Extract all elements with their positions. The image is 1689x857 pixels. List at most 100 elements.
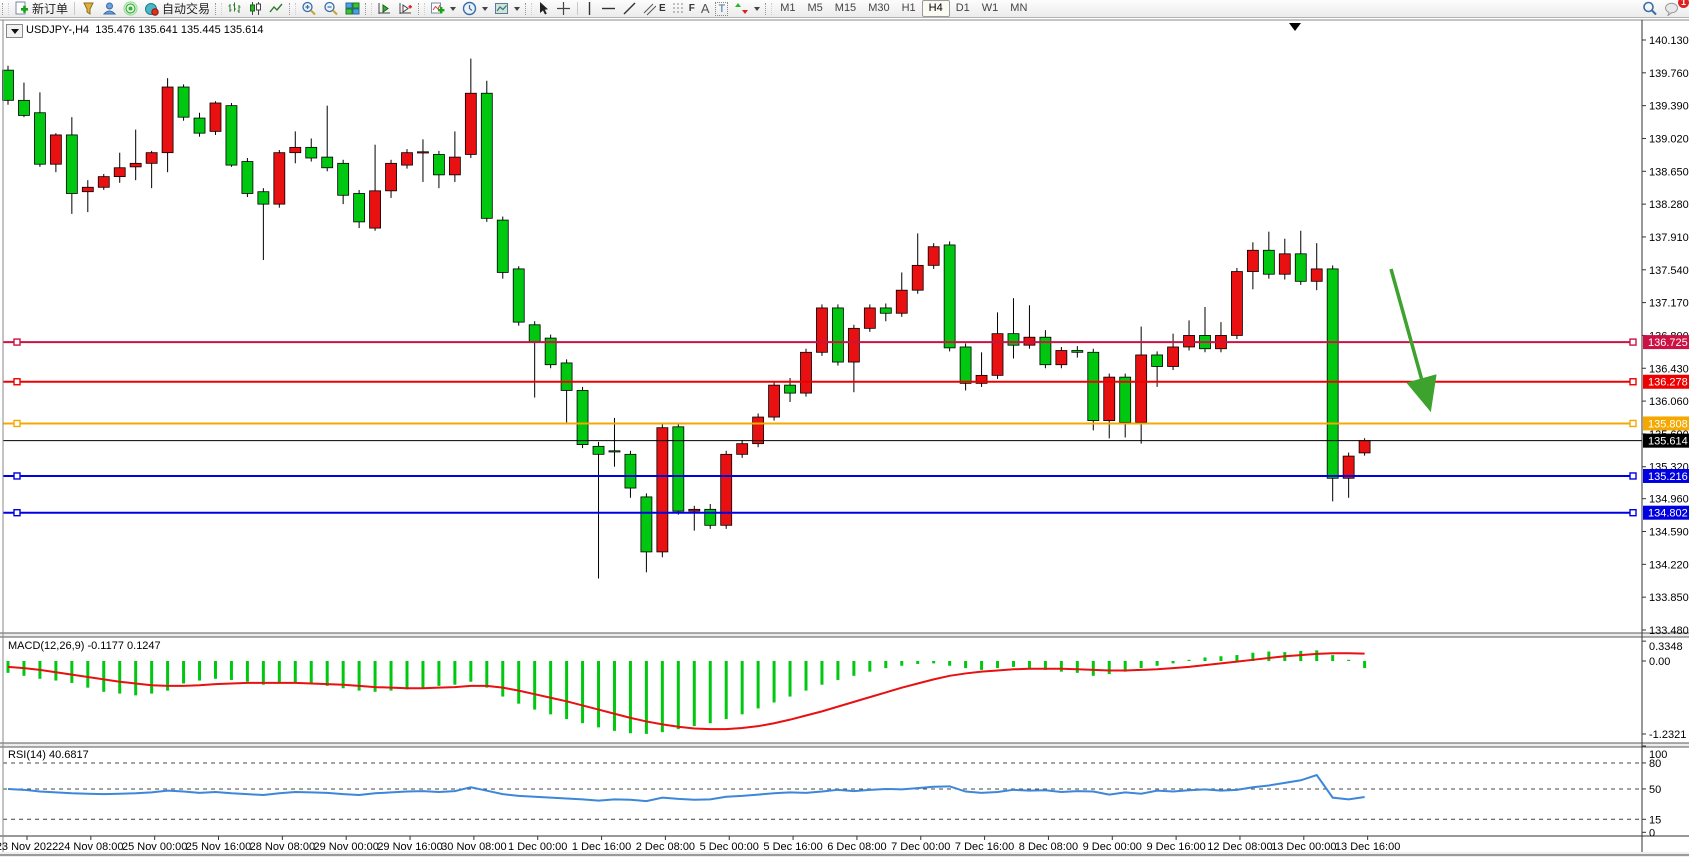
- candle-body: [98, 177, 109, 188]
- line-handle[interactable]: [1630, 420, 1636, 426]
- candle-body: [226, 106, 237, 165]
- channel-icon: [643, 1, 656, 16]
- candle-body: [785, 385, 796, 393]
- tf-mn[interactable]: MN: [1004, 1, 1033, 16]
- line-handle[interactable]: [1630, 379, 1636, 385]
- zoom-in-icon: [301, 1, 317, 16]
- chevron-down-icon: [11, 29, 19, 34]
- candle-body: [1168, 347, 1179, 367]
- line-handle[interactable]: [14, 339, 20, 345]
- line-handle[interactable]: [1630, 339, 1636, 345]
- candle-body: [641, 497, 652, 552]
- text-tool-button[interactable]: A: [698, 1, 713, 17]
- candle-body: [130, 163, 141, 167]
- funnel-button[interactable]: [78, 1, 99, 17]
- time-tick-label: 25 Nov 16:00: [186, 841, 251, 853]
- tf-m5[interactable]: M5: [802, 1, 829, 16]
- candle-body: [194, 118, 205, 133]
- time-tick-label: 23 Nov 2022: [0, 841, 58, 853]
- search-button[interactable]: [1639, 1, 1661, 17]
- chart-shift-icon: [398, 1, 413, 16]
- tf-m15[interactable]: M15: [829, 1, 862, 16]
- time-tick-label: 8 Dec 08:00: [1019, 841, 1078, 853]
- candle-body: [1056, 351, 1067, 365]
- autotrading-button[interactable]: 自动交易: [141, 1, 213, 17]
- trendline-tool-button[interactable]: [619, 1, 640, 17]
- line-handle[interactable]: [14, 510, 20, 516]
- time-tick-label: 24 Nov 08:00: [58, 841, 123, 853]
- candle-body: [1104, 377, 1115, 420]
- line-chart-button[interactable]: [266, 1, 287, 17]
- tile-windows-button[interactable]: [342, 1, 363, 17]
- new-order-icon: [14, 1, 29, 16]
- chart-menu-button[interactable]: [6, 24, 23, 38]
- templates-button[interactable]: [491, 1, 523, 17]
- fibonacci-tool-button[interactable]: F: [669, 1, 698, 17]
- candle-body: [753, 417, 764, 444]
- line-handle[interactable]: [1630, 510, 1636, 516]
- price-tick-label: 137.170: [1649, 298, 1689, 310]
- tf-h4[interactable]: H4: [922, 0, 950, 17]
- price-tick-label: 139.020: [1649, 133, 1689, 145]
- price-chart[interactable]: 140.130139.760139.390139.020138.650138.2…: [0, 0, 1689, 857]
- price-tick-label: 139.760: [1649, 68, 1689, 80]
- price-tick-label: 134.590: [1649, 527, 1689, 539]
- periods-button[interactable]: [459, 1, 491, 17]
- label-tool-button[interactable]: T: [712, 1, 731, 17]
- candle-body: [593, 446, 604, 454]
- candle-body: [306, 147, 317, 158]
- candle-body: [1247, 250, 1258, 271]
- line-handle[interactable]: [14, 379, 20, 385]
- candle-body: [561, 363, 572, 391]
- signals-button[interactable]: [120, 1, 141, 17]
- crosshair-icon: [556, 1, 571, 16]
- tf-m1[interactable]: M1: [774, 1, 801, 16]
- vertical-line-tool-button[interactable]: [581, 1, 598, 17]
- notifications-button[interactable]: 1: [1661, 1, 1683, 17]
- templates-caret-icon: [514, 7, 520, 11]
- trendline-icon: [622, 1, 637, 16]
- profile-button[interactable]: [99, 1, 120, 17]
- tf-d1[interactable]: D1: [950, 1, 976, 16]
- tf-w1[interactable]: W1: [976, 1, 1005, 16]
- arrows-tool-icon: [734, 1, 749, 16]
- svg-text:135.808: 135.808: [1648, 418, 1688, 430]
- channel-tool-button[interactable]: E: [640, 1, 669, 17]
- price-tick-label: 136.430: [1649, 363, 1689, 375]
- line-handle[interactable]: [14, 420, 20, 426]
- price-tick-label: 138.280: [1649, 199, 1689, 211]
- horizontal-line-tool-button[interactable]: [598, 1, 619, 17]
- indicators-button[interactable]: [427, 1, 459, 17]
- time-tick-label: 13 Dec 00:00: [1271, 841, 1336, 853]
- candle-body: [1327, 269, 1338, 478]
- zoom-in-button[interactable]: [298, 1, 320, 17]
- tf-h1[interactable]: H1: [896, 1, 922, 16]
- candle-body: [402, 153, 413, 165]
- arrows-tool-button[interactable]: [731, 1, 763, 17]
- new-order-label: 新订单: [32, 0, 68, 17]
- candlestick-button[interactable]: [245, 1, 266, 17]
- chart-shift-button[interactable]: [395, 1, 416, 17]
- line-handle[interactable]: [14, 473, 20, 479]
- candle-body: [801, 352, 812, 393]
- candle-body: [497, 220, 508, 272]
- zoom-out-button[interactable]: [320, 1, 342, 17]
- candle-body: [737, 444, 748, 455]
- rsi-scale-label: 0: [1649, 827, 1655, 839]
- new-order-button[interactable]: 新订单: [11, 1, 71, 17]
- candle-body: [178, 87, 189, 117]
- line-handle[interactable]: [1630, 473, 1636, 479]
- tf-m30[interactable]: M30: [862, 1, 895, 16]
- candle-body: [689, 509, 700, 511]
- auto-scroll-button[interactable]: [374, 1, 395, 17]
- bar-chart-button[interactable]: [224, 1, 245, 17]
- cursor-tool-button[interactable]: [534, 1, 553, 17]
- candle-body: [816, 308, 827, 352]
- indicators-icon: [430, 1, 445, 16]
- candle-body: [34, 113, 45, 164]
- macd-scale-label: 0.00: [1649, 656, 1670, 668]
- price-tag: 135.216: [1643, 469, 1689, 483]
- candle-body: [1152, 355, 1163, 367]
- crosshair-tool-button[interactable]: [553, 1, 574, 17]
- candle-body: [114, 168, 125, 177]
